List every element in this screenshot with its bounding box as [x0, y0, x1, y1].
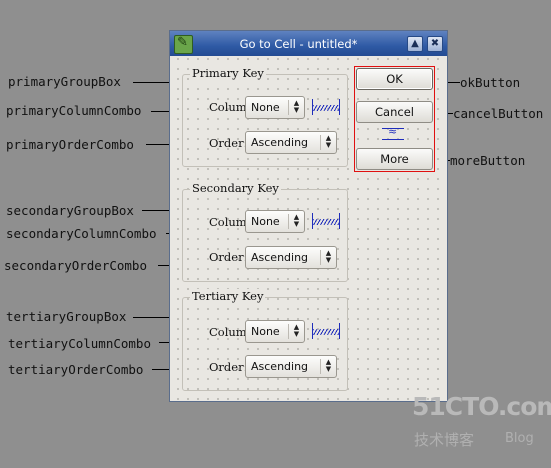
title-bar[interactable]: Go to Cell - untitled* ▲ ✖ [170, 31, 447, 56]
sort-column-icon [312, 323, 340, 339]
minimize-button[interactable]: ▲ [407, 36, 423, 52]
watermark-blog: Blog [505, 431, 534, 446]
combo-separator [320, 359, 321, 374]
combo-separator [288, 214, 289, 229]
ok-button[interactable]: OK [356, 68, 433, 90]
go-to-cell-dialog: Go to Cell - untitled* ▲ ✖ Primary Key C… [169, 30, 448, 402]
combo-value: Ascending [251, 360, 309, 373]
close-button[interactable]: ✖ [427, 36, 443, 52]
up-down-arrows-icon: ▲ ▼ [325, 249, 332, 264]
annotation-primary-column-combo: primaryColumnCombo [6, 103, 142, 118]
up-down-arrows-icon: ▲ ▼ [325, 358, 332, 373]
annotation-secondary-order-combo: secondaryOrderCombo [4, 258, 147, 273]
annotation-tertiary-group-box: tertiaryGroupBox [6, 309, 127, 324]
combo-separator [320, 135, 321, 150]
combo-value: None [251, 325, 280, 338]
combo-value: None [251, 101, 280, 114]
combo-value: None [251, 215, 280, 228]
group-title: Secondary Key [190, 181, 281, 195]
combo-separator [288, 100, 289, 115]
window-title: Go to Cell - untitled* [239, 37, 358, 51]
primary-column-combo[interactable]: None ▲ ▼ [245, 96, 305, 119]
sort-column-icon [312, 99, 340, 115]
secondary-order-combo[interactable]: Ascending ▲ ▼ [245, 246, 337, 269]
sort-column-icon [312, 213, 340, 229]
order-label: Order: [209, 360, 248, 374]
up-down-arrows-icon: ▲ ▼ [293, 323, 300, 338]
annotation-tertiary-column-combo: tertiaryColumnCombo [8, 336, 151, 351]
annotation-more-button: moreButton [450, 153, 526, 168]
combo-value: Ascending [251, 136, 309, 149]
up-down-arrows-icon: ▲ ▼ [293, 99, 300, 114]
tertiary-group-box: Tertiary Key Column: None ▲ ▼ Order: Asce… [182, 289, 348, 391]
combo-separator [288, 324, 289, 339]
more-button[interactable]: More [356, 148, 433, 170]
annotation-primary-order-combo: primaryOrderCombo [6, 137, 134, 152]
primary-group-box: Primary Key Column: None ▲ ▼ Order: Ascen… [182, 66, 348, 167]
annotation-secondary-group-box: secondaryGroupBox [6, 203, 134, 218]
cancel-button[interactable]: Cancel [356, 101, 433, 123]
annotation-ok-button: okButton [460, 75, 521, 90]
combo-value: Ascending [251, 251, 309, 264]
tertiary-order-combo[interactable]: Ascending ▲ ▼ [245, 355, 337, 378]
watermark-logo: 51CTO.com [412, 392, 551, 421]
app-icon [174, 35, 193, 54]
tertiary-column-combo[interactable]: None ▲ ▼ [245, 320, 305, 343]
secondary-column-combo[interactable]: None ▲ ▼ [245, 210, 305, 233]
order-label: Order: [209, 250, 248, 264]
group-title: Tertiary Key [190, 289, 266, 303]
watermark-subtitle: 技术博客 [414, 431, 475, 449]
combo-separator [320, 250, 321, 265]
annotation-tertiary-order-combo: tertiaryOrderCombo [8, 362, 144, 377]
order-label: Order: [209, 136, 248, 150]
secondary-group-box: Secondary Key Column: None ▲ ▼ Order: Asc… [182, 181, 348, 282]
annotation-primary-group-box: primaryGroupBox [8, 74, 121, 89]
up-down-arrows-icon: ▲ ▼ [325, 134, 332, 149]
group-title: Primary Key [190, 66, 266, 80]
annotation-secondary-column-combo: secondaryColumnCombo [6, 226, 157, 241]
annotation-cancel-button: cancelButton [453, 106, 544, 121]
up-down-arrows-icon: ▲ ▼ [293, 213, 300, 228]
spacer-icon [382, 125, 404, 140]
primary-order-combo[interactable]: Ascending ▲ ▼ [245, 131, 337, 154]
